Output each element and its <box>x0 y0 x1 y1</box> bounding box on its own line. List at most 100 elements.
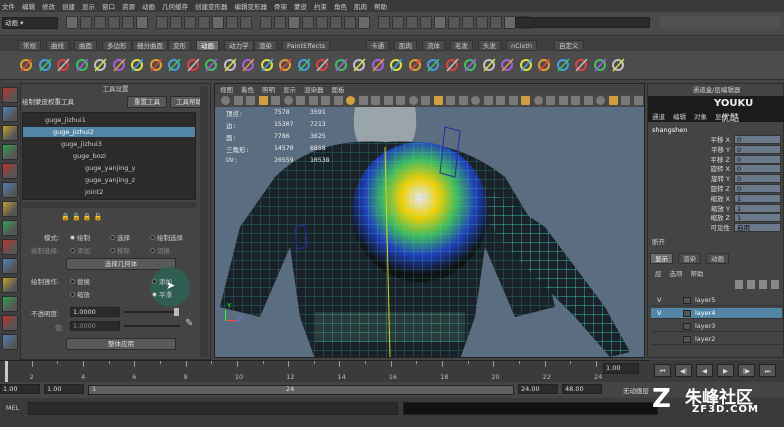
shelf-tool-icon[interactable] <box>518 56 535 74</box>
layer-row[interactable]: Vlayer4 <box>651 308 782 319</box>
viewport-tool-icon[interactable] <box>308 96 318 105</box>
layer-visibility-toggle[interactable]: V <box>657 295 661 306</box>
viewport-tool-icon[interactable] <box>396 96 405 105</box>
layer-color-swatch[interactable] <box>683 297 691 304</box>
viewport-menu-5[interactable]: 面板 <box>332 84 345 94</box>
go-end-icon[interactable]: ⏭ <box>759 364 776 377</box>
shelf-tool-icon[interactable] <box>129 56 146 74</box>
play-back-icon[interactable]: ◀ <box>696 364 713 377</box>
new-scene-icon[interactable] <box>302 16 314 29</box>
shelf-tab-9[interactable]: PaintEffects <box>282 40 331 51</box>
layer-visibility-toggle[interactable]: V <box>657 308 661 319</box>
op-scale-radio[interactable]: 缩放 <box>70 289 90 299</box>
save-scene-icon[interactable] <box>330 16 342 29</box>
manipulator-icon[interactable] <box>2 201 18 217</box>
shelf-tool-icon[interactable] <box>74 56 91 74</box>
influence-row[interactable]: guge_jizhui3 <box>23 139 195 149</box>
viewport-tool-icon[interactable] <box>296 96 305 105</box>
channel-attr-value[interactable]: 启用 <box>734 223 781 233</box>
shelf-tab-4[interactable]: 细分曲面 <box>132 40 168 51</box>
menu-item-8[interactable]: 几何缓存 <box>162 1 188 11</box>
shelf-tab-0[interactable]: 常规 <box>18 40 41 51</box>
input-line-field[interactable] <box>515 17 650 28</box>
shelf-tool-icon[interactable] <box>18 56 35 74</box>
reset-tool-button[interactable]: 重置工具 <box>127 96 167 108</box>
layer-tab-0[interactable]: 显示 <box>650 253 673 264</box>
viewport-tool-icon[interactable] <box>333 96 343 105</box>
open-scene-icon[interactable] <box>316 16 328 29</box>
current-time-marker[interactable] <box>5 361 8 383</box>
menu-item-14[interactable]: 角色 <box>334 1 347 11</box>
viewport-tool-icon[interactable] <box>383 96 393 105</box>
select-geometry-button[interactable]: 选择几何体 <box>66 258 176 270</box>
mode-paint-radio[interactable]: 绘制 <box>70 232 90 242</box>
current-frame-field[interactable]: 1.00 <box>603 363 639 374</box>
step-back-icon[interactable]: ◀| <box>675 364 692 377</box>
shelf-tab-6[interactable]: 动画 <box>196 40 219 51</box>
viewport-tool-icon[interactable] <box>321 96 330 105</box>
viewport-tool-icon[interactable] <box>271 96 280 105</box>
layout-single-icon[interactable] <box>2 239 18 255</box>
render-settings-icon[interactable] <box>288 16 300 29</box>
opacity-slider-handle[interactable] <box>174 308 179 316</box>
viewport-tool-icon[interactable] <box>546 96 555 105</box>
viewport-tool-icon[interactable] <box>508 96 518 105</box>
layer-name[interactable]: layer5 <box>695 295 715 306</box>
open-scene-icon[interactable] <box>80 16 92 29</box>
layer-menu-0[interactable]: 层 <box>655 270 662 278</box>
channel-attr-row[interactable]: 旋转 X 0 <box>647 164 784 174</box>
snap-curve-icon[interactable] <box>198 16 210 29</box>
viewport-tool-icon[interactable] <box>283 96 293 105</box>
shelf-tool-icon[interactable] <box>55 56 72 74</box>
viewport-tool-icon[interactable] <box>571 96 580 105</box>
menu-item-0[interactable]: 文件 <box>2 1 15 11</box>
layer-name[interactable]: layer2 <box>695 334 715 345</box>
shelf-tab-10[interactable]: 卡通 <box>366 40 389 51</box>
influence-row[interactable]: guge_yanjing_y <box>23 163 195 173</box>
viewport-menu-1[interactable]: 着色 <box>241 84 254 94</box>
layer-tool-icons[interactable] <box>735 280 781 289</box>
shelf-tool-icon[interactable] <box>314 56 331 74</box>
select-remove-radio[interactable]: 移除 <box>110 245 130 255</box>
viewport-tool-icon[interactable] <box>408 96 418 105</box>
opacity-slider[interactable] <box>124 311 180 313</box>
shelf-tab-3[interactable]: 多边形 <box>102 40 132 51</box>
shelf-tab-16[interactable]: 自定义 <box>554 40 584 51</box>
select-toggle-radio[interactable]: 切换 <box>150 245 170 255</box>
ipr-render-icon[interactable] <box>274 16 286 29</box>
layer-row[interactable]: layer2 <box>651 334 782 345</box>
value-slider[interactable] <box>124 325 180 327</box>
menu-item-6[interactable]: 资源 <box>122 1 135 11</box>
range-slider[interactable] <box>88 385 514 395</box>
channel-attr-row[interactable]: 可见性 启用 <box>647 223 784 233</box>
viewport-tool-icon[interactable] <box>496 96 505 105</box>
select-object-icon[interactable] <box>392 16 404 29</box>
go-start-icon[interactable]: ⏮ <box>654 364 671 377</box>
menu-item-7[interactable]: 动画 <box>142 1 155 11</box>
op-replace-radio[interactable]: 替换 <box>70 276 90 286</box>
shelf-tool-icon[interactable] <box>203 56 220 74</box>
channel-attr-row[interactable]: 缩放 Y 1 <box>647 203 784 214</box>
menu-item-4[interactable]: 显示 <box>82 1 95 11</box>
layer-color-swatch[interactable] <box>683 323 691 330</box>
viewport-menu-2[interactable]: 照明 <box>262 84 275 94</box>
viewport-tool-icon[interactable] <box>596 96 605 105</box>
channel-attr-value[interactable]: 0 <box>734 135 781 144</box>
shelf-tab-8[interactable]: 渲染 <box>254 40 277 51</box>
viewport-menu-3[interactable]: 显示 <box>283 84 296 94</box>
layout-hypershade-icon[interactable] <box>2 315 18 331</box>
viewport-tool-icon[interactable] <box>246 96 255 105</box>
channel-attr-value[interactable]: 0 <box>734 184 781 193</box>
influence-row[interactable]: guge_jizhui2 <box>23 127 195 137</box>
save-scene-icon[interactable] <box>94 16 106 29</box>
viewport-tool-icon[interactable] <box>358 96 368 105</box>
history-icon[interactable] <box>476 16 488 29</box>
brush-icon[interactable]: ✎ <box>185 318 195 332</box>
shelf-tab-12[interactable]: 流体 <box>422 40 445 51</box>
shelf-tool-icon[interactable] <box>555 56 572 74</box>
undo-icon[interactable] <box>108 16 120 29</box>
shelf-tab-1[interactable]: 曲线 <box>46 40 69 51</box>
shelf-tool-icon[interactable] <box>240 56 257 74</box>
shelf-tool-icon[interactable] <box>333 56 350 74</box>
viewport-menu-4[interactable]: 渲染器 <box>304 84 324 94</box>
